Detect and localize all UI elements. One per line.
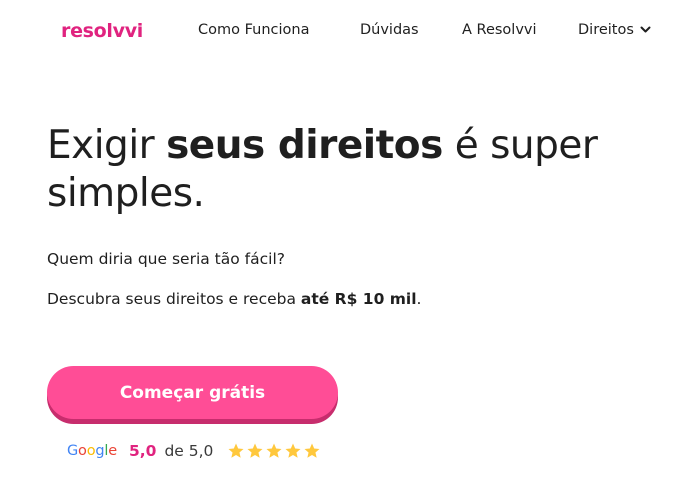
hero-subtitle-1: Quem diria que seria tão fácil? bbox=[47, 250, 285, 268]
star-icon bbox=[304, 443, 320, 458]
star-icon bbox=[285, 443, 301, 458]
star-icon bbox=[228, 443, 244, 458]
logo[interactable]: resolvvi bbox=[61, 17, 143, 45]
nav-direitos-dropdown[interactable]: Direitos bbox=[578, 22, 651, 38]
subtitle-2-prefix: Descubra seus direitos e receba bbox=[47, 290, 301, 308]
google-logo: Google bbox=[67, 443, 117, 459]
start-free-button[interactable]: Começar grátis bbox=[47, 366, 338, 419]
nav-direitos-label: Direitos bbox=[578, 22, 634, 38]
nav-a-resolvvi[interactable]: A Resolvvi bbox=[462, 22, 537, 38]
rating-of: de 5,0 bbox=[164, 442, 214, 460]
nav-duvidas[interactable]: Dúvidas bbox=[360, 22, 419, 38]
google-rating: Google 5,0 de 5,0 bbox=[67, 440, 321, 462]
subtitle-2-suffix: . bbox=[416, 290, 422, 308]
headline-part1: Exigir bbox=[47, 123, 167, 168]
rating-score: 5,0 bbox=[128, 442, 157, 460]
star-icon bbox=[247, 443, 263, 458]
subtitle-2-bold: até R$ 10 mil bbox=[300, 290, 417, 308]
top-nav: resolvvi Como Funciona Dúvidas A Resolvv… bbox=[0, 0, 700, 62]
headline-bold: seus direitos bbox=[166, 123, 443, 168]
star-icon bbox=[266, 443, 282, 458]
hero-subtitle-2: Descubra seus direitos e receba até R$ 1… bbox=[47, 290, 421, 308]
hero-headline: Exigir seus direitos é super simples. bbox=[47, 122, 647, 218]
logo-text: resolvvi bbox=[61, 20, 144, 42]
nav-como-funciona[interactable]: Como Funciona bbox=[198, 22, 309, 38]
rating-stars bbox=[227, 442, 321, 460]
chevron-down-icon bbox=[640, 26, 651, 33]
